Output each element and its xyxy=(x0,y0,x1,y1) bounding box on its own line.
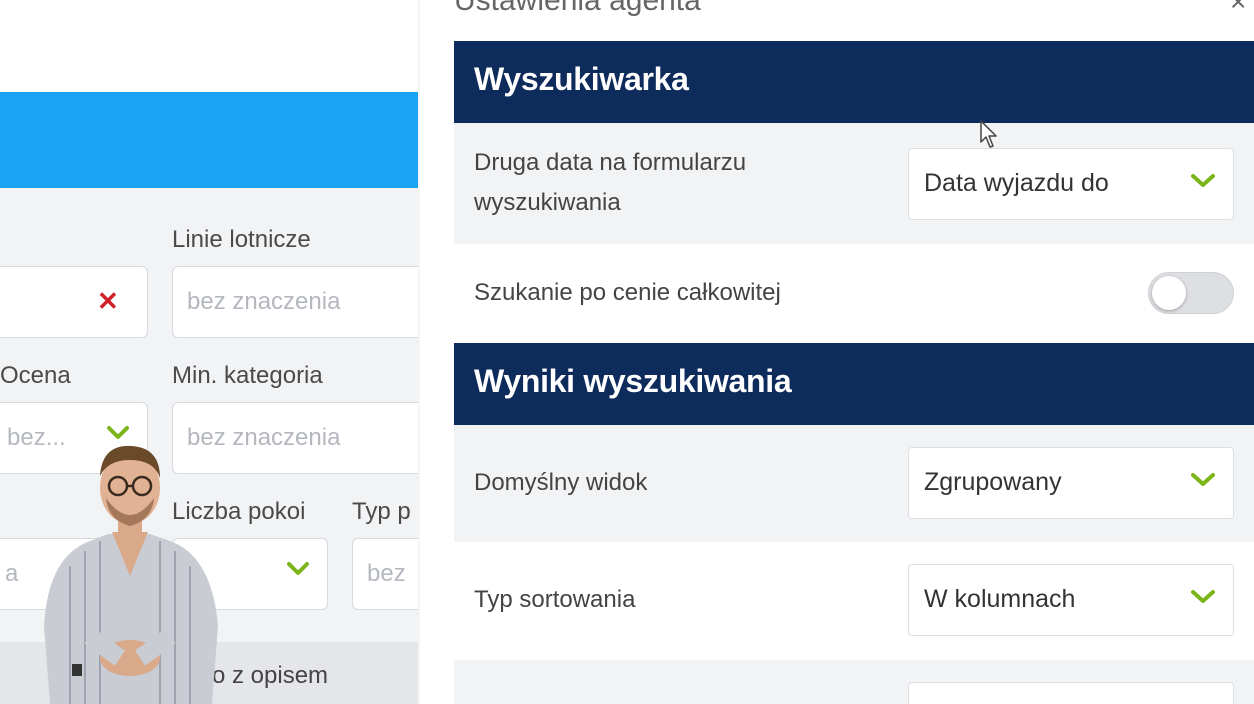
sort-type-select[interactable]: W kolumnach xyxy=(908,564,1234,636)
sort-type-row: Typ sortowania W kolumnach xyxy=(454,542,1254,660)
close-icon[interactable]: × xyxy=(1230,0,1246,18)
results-section-title: Wyniki wyszukiwania xyxy=(474,363,792,399)
airlines-input[interactable]: bez znaczenia xyxy=(172,266,418,338)
sort-type-value: W kolumnach xyxy=(924,585,1076,613)
total-price-label: Szukanie po cenie całkowitej xyxy=(474,279,781,306)
results-section-header: Wyniki wyszukiwania xyxy=(454,343,1254,425)
default-view-value: Zgrupowany xyxy=(924,468,1062,496)
destination-input[interactable]: ✕ xyxy=(0,266,148,338)
type-select[interactable]: bez xyxy=(352,538,418,610)
default-view-row: Domyślny widok Zgrupowany xyxy=(454,425,1254,542)
airlines-placeholder: bez znaczenia xyxy=(187,288,341,315)
mouse-cursor-icon xyxy=(980,120,997,148)
next-setting-row xyxy=(454,660,1254,704)
second-date-label: Druga data na formularzu wyszukiwania xyxy=(474,143,746,223)
second-date-select[interactable]: Data wyjazdu do xyxy=(908,148,1234,220)
search-section-title: Wyszukiwarka xyxy=(474,61,689,97)
next-setting-select[interactable] xyxy=(908,682,1234,704)
default-view-label: Domyślny widok xyxy=(474,469,648,496)
search-section-header: Wyszukiwarka xyxy=(454,41,1254,123)
form-header-bar xyxy=(0,92,418,188)
second-date-label-line2: wyszukiwania xyxy=(474,189,621,216)
toggle-knob xyxy=(1152,276,1186,310)
chevron-down-icon xyxy=(287,562,309,575)
type-placeholder: bez xyxy=(367,560,406,587)
min-category-label: Min. kategoria xyxy=(172,362,323,389)
chevron-down-icon xyxy=(1191,473,1215,486)
form-top-area xyxy=(0,0,418,92)
panel-title: Ustawienia agenta xyxy=(454,0,701,17)
chevron-down-icon xyxy=(1191,590,1215,603)
agent-settings-panel: Ustawienia agenta × Wyszukiwarka Druga d… xyxy=(420,0,1254,704)
type-label: Typ p xyxy=(352,498,411,525)
second-date-row: Druga data na formularzu wyszukiwania Da… xyxy=(454,123,1254,244)
chevron-down-icon xyxy=(1191,174,1215,187)
rating-label: Ocena xyxy=(0,362,71,389)
close-icon[interactable]: ✕ xyxy=(97,286,119,317)
total-price-toggle[interactable] xyxy=(1148,272,1234,314)
partial-value: a xyxy=(5,560,19,587)
presenter-video-overlay xyxy=(44,445,218,704)
sort-type-label: Typ sortowania xyxy=(474,586,636,613)
second-date-label-line1: Druga data na formularzu xyxy=(474,149,747,176)
total-price-row: Szukanie po cenie całkowitej xyxy=(454,244,1254,343)
airlines-label: Linie lotnicze xyxy=(172,226,311,253)
second-date-value: Data wyjazdu do xyxy=(924,169,1109,197)
default-view-select[interactable]: Zgrupowany xyxy=(908,447,1234,519)
